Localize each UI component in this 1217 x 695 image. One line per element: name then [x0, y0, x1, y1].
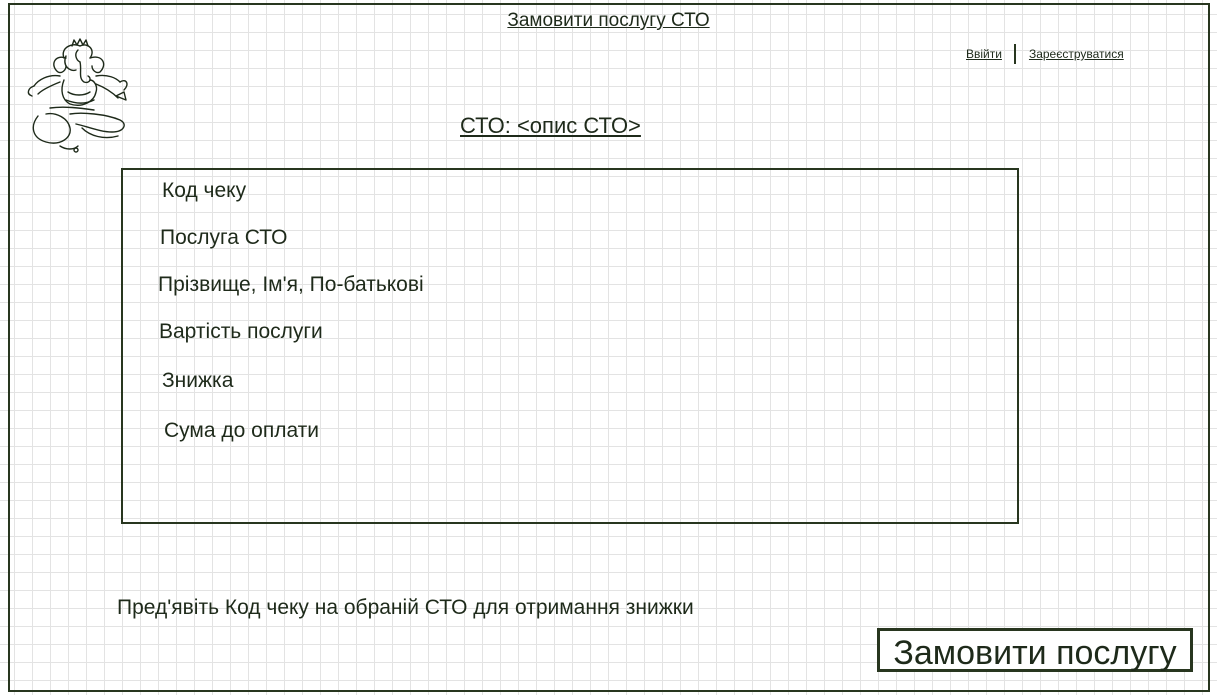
order-service-button[interactable]: Замовити послугу	[877, 628, 1193, 672]
receipt-field-code: Код чеку	[162, 179, 247, 202]
receipt-field-cost: Вартість послуги	[159, 320, 323, 343]
receipt-field-discount: Знижка	[162, 369, 234, 392]
receipt-field-total: Сума до оплати	[164, 419, 320, 442]
receipt-box	[121, 168, 1019, 524]
page-title: Замовити послугу СТО	[507, 10, 710, 31]
receipt-field-full-name: Прізвище, Ім'я, По-батькові	[158, 273, 424, 296]
login-link[interactable]: Ввійти	[966, 47, 1002, 61]
ganesha-logo-icon	[27, 38, 128, 153]
discount-hint: Пред'явіть Код чеку на обраній СТО для о…	[117, 596, 694, 619]
station-title: СТО: <опис СТО>	[460, 113, 641, 138]
register-link[interactable]: Зареєструватися	[1029, 47, 1124, 61]
auth-separator	[1013, 44, 1016, 64]
receipt-field-service: Послуга СТО	[160, 226, 288, 249]
auth-links: Ввійти Зареєструватися	[966, 44, 1124, 64]
